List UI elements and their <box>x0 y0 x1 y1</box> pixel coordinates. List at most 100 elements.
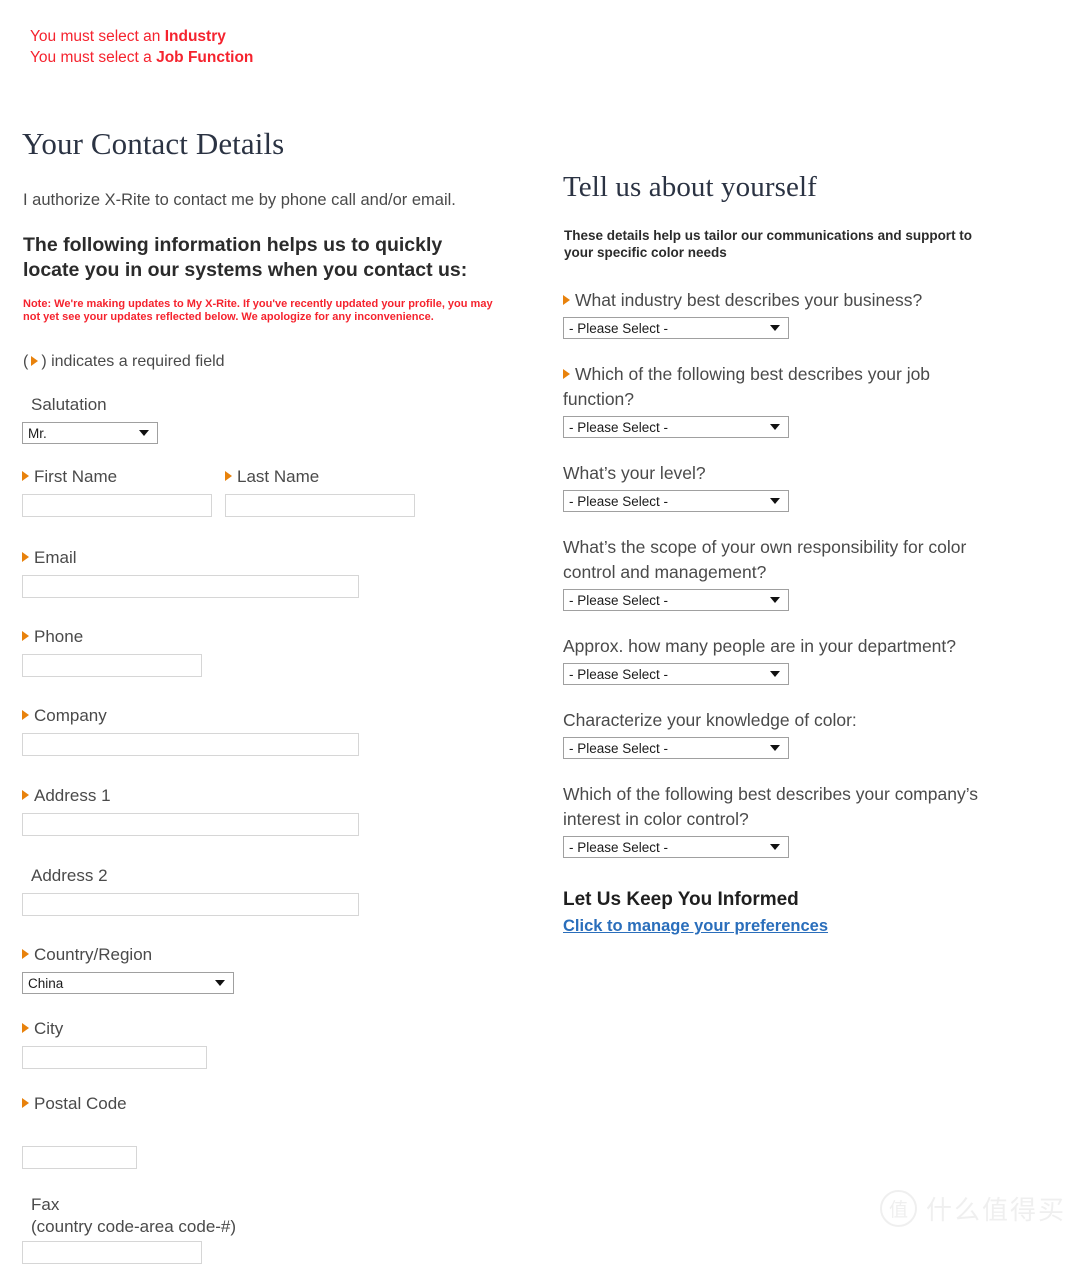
question-job-function-label: Which of the following best describes yo… <box>563 362 993 412</box>
question-department-size-select-value: - Please Select - <box>569 666 669 682</box>
watermark: 值 什么值得买 <box>879 1190 1066 1227</box>
required-marker-icon <box>31 356 39 366</box>
error-industry-prefix: You must select an <box>30 28 165 45</box>
tell-us-subtext: These details help us tailor our communi… <box>564 228 973 260</box>
fax-label: Fax (country code-area code-#) <box>22 1194 542 1238</box>
question-scope-select[interactable]: - Please Select - <box>563 589 789 611</box>
question-industry-select-value: - Please Select - <box>569 320 669 336</box>
update-note-text: Note: We're making updates to My X-Rite.… <box>23 298 493 323</box>
chevron-down-icon <box>139 430 149 436</box>
error-industry-field: Industry <box>164 28 226 45</box>
address-2-label: Address 2 <box>31 866 108 885</box>
required-marker-icon <box>563 369 570 379</box>
salutation-select[interactable]: Mr. <box>22 422 158 444</box>
required-marker-icon <box>22 1098 29 1108</box>
required-marker-icon <box>225 471 232 481</box>
required-field-legend: ( ) indicates a required field <box>23 352 542 372</box>
question-level-select[interactable]: - Please Select - <box>563 490 789 512</box>
field-email: Email <box>22 547 542 598</box>
last-name-input[interactable] <box>225 494 415 517</box>
salutation-label: Salutation <box>31 395 107 414</box>
required-marker-icon <box>22 631 29 641</box>
field-country-region: Country/Region China <box>22 944 542 994</box>
field-phone: Phone <box>22 626 542 677</box>
question-company-interest-select[interactable]: - Please Select - <box>563 836 789 858</box>
city-input[interactable] <box>22 1046 207 1069</box>
question-industry-label-text: What industry best describes your busine… <box>575 290 923 310</box>
address-1-label: Address 1 <box>22 785 542 806</box>
question-level-label: What’s your level? <box>563 463 706 483</box>
field-city: City <box>22 1018 542 1069</box>
chevron-down-icon <box>215 980 225 986</box>
question-level-select-value: - Please Select - <box>569 493 669 509</box>
question-department-size: Approx. how many people are in your depa… <box>563 634 1033 685</box>
required-marker-icon <box>22 790 29 800</box>
first-name-label-text: First Name <box>34 467 118 486</box>
chevron-down-icon <box>770 325 780 331</box>
question-job-function-select-value: - Please Select - <box>569 419 669 435</box>
question-company-interest-label: Which of the following best describes yo… <box>563 784 979 829</box>
helps-text: The following information helps us to qu… <box>23 234 468 281</box>
company-label: Company <box>22 705 542 726</box>
question-industry-select[interactable]: - Please Select - <box>563 317 789 339</box>
question-company-interest-select-value: - Please Select - <box>569 839 669 855</box>
question-color-knowledge-label: Characterize your knowledge of color: <box>563 710 857 730</box>
chevron-down-icon <box>770 844 780 850</box>
address-2-input[interactable] <box>22 893 359 916</box>
salutation-select-value: Mr. <box>28 425 47 441</box>
field-address-1: Address 1 <box>22 785 542 836</box>
field-address-2: Address 2 <box>22 865 542 916</box>
question-company-interest: Which of the following best describes yo… <box>563 782 1033 858</box>
country-region-label-text: Country/Region <box>34 945 153 964</box>
manage-preferences-link[interactable]: Click to manage your preferences <box>563 916 828 937</box>
phone-label-text: Phone <box>34 627 84 646</box>
first-name-input[interactable] <box>22 494 212 517</box>
question-job-function-select[interactable]: - Please Select - <box>563 416 789 438</box>
company-label-text: Company <box>34 706 107 725</box>
chevron-down-icon <box>770 597 780 603</box>
tell-us-about-yourself-section: Tell us about yourself These details hel… <box>563 170 1033 937</box>
field-salutation: Salutation Mr. <box>22 394 542 444</box>
question-scope-label: What’s the scope of your own responsibil… <box>563 537 967 582</box>
field-fax: Fax (country code-area code-#) <box>22 1194 542 1264</box>
phone-label: Phone <box>22 626 542 647</box>
question-level: What’s your level? - Please Select - <box>563 461 1033 512</box>
country-region-select-value: China <box>28 975 64 991</box>
question-color-knowledge-select[interactable]: - Please Select - <box>563 737 789 759</box>
contact-details-heading: Your Contact Details <box>22 126 285 161</box>
question-scope-select-value: - Please Select - <box>569 592 669 608</box>
validation-error-banner: You must select an Industry You must sel… <box>30 26 253 68</box>
chevron-down-icon <box>770 745 780 751</box>
email-label: Email <box>22 547 542 568</box>
field-company: Company <box>22 705 542 756</box>
question-industry: What industry best describes your busine… <box>563 288 1033 339</box>
legend-text: ) indicates a required field <box>41 353 225 370</box>
watermark-logo-icon: 值 <box>879 1190 917 1227</box>
chevron-down-icon <box>770 424 780 430</box>
error-message-industry: You must select an Industry <box>30 26 253 47</box>
required-marker-icon <box>22 552 29 562</box>
fax-label-line1: Fax <box>31 1195 60 1214</box>
chevron-down-icon <box>770 671 780 677</box>
country-region-select[interactable]: China <box>22 972 234 994</box>
city-label-text: City <box>34 1019 64 1038</box>
required-marker-icon <box>22 471 29 481</box>
question-scope: What’s the scope of your own responsibil… <box>563 535 1033 611</box>
question-job-function: Which of the following best describes yo… <box>563 362 1033 438</box>
email-input[interactable] <box>22 575 359 598</box>
company-input[interactable] <box>22 733 359 756</box>
chevron-down-icon <box>770 498 780 504</box>
authorize-text: I authorize X-Rite to contact me by phon… <box>23 191 456 209</box>
legend-open-paren: ( <box>23 353 29 370</box>
question-color-knowledge: Characterize your knowledge of color: - … <box>563 708 1033 759</box>
address-1-input[interactable] <box>22 813 359 836</box>
postal-code-input[interactable] <box>22 1146 137 1169</box>
fax-input[interactable] <box>22 1241 202 1264</box>
postal-code-label: Postal Code <box>22 1093 542 1114</box>
watermark-text: 什么值得买 <box>925 1196 1066 1226</box>
question-department-size-select[interactable]: - Please Select - <box>563 663 789 685</box>
error-job-function-prefix: You must select a <box>30 49 157 66</box>
required-marker-icon <box>22 949 29 959</box>
phone-input[interactable] <box>22 654 202 677</box>
field-first-name: First Name <box>22 466 212 517</box>
